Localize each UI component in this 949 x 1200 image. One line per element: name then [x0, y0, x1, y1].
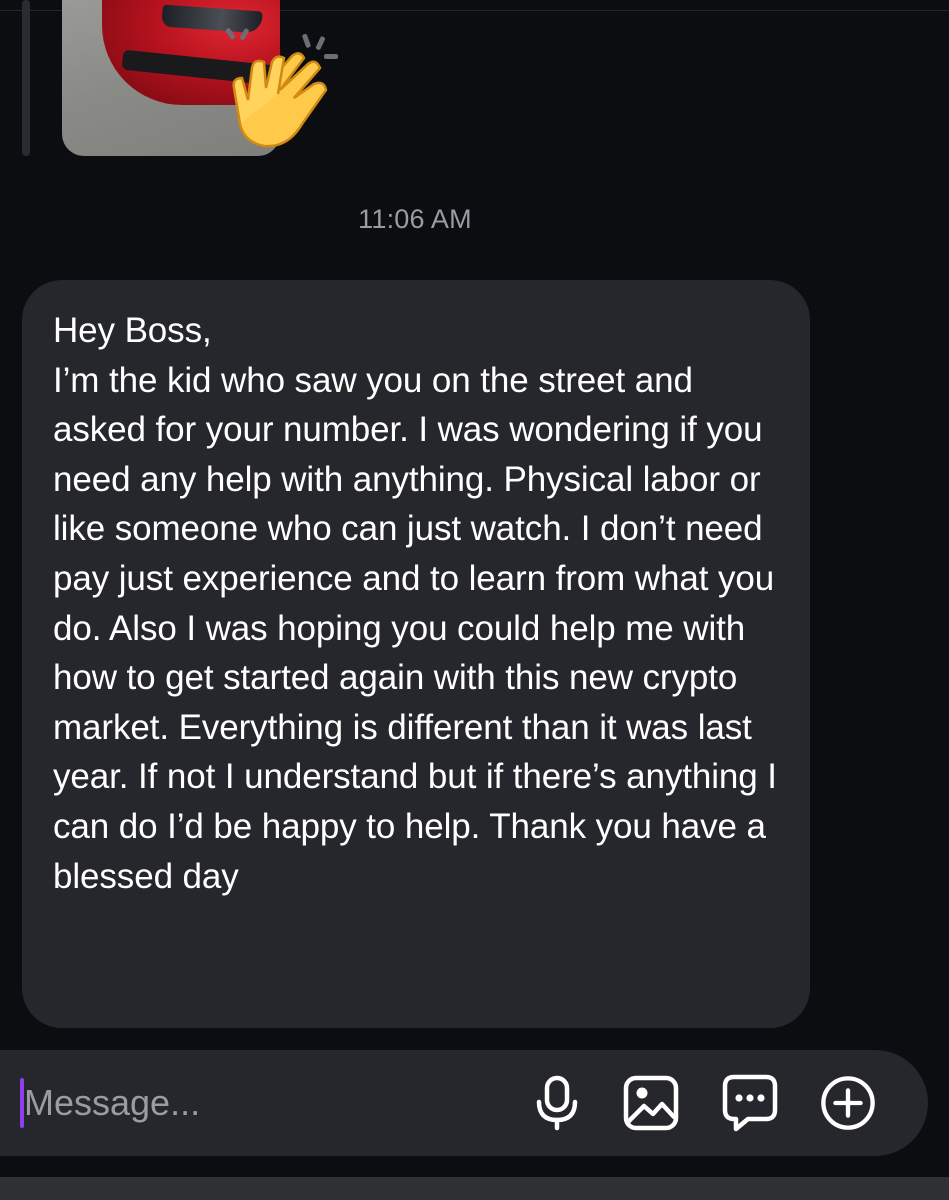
keyboard-edge [0, 1177, 949, 1200]
sticker-button[interactable] [722, 1074, 778, 1132]
plus-circle-icon [821, 1076, 875, 1130]
reply-indicator-bar [22, 0, 30, 156]
message-timestamp: 11:06 AM [358, 204, 472, 234]
sticker-chat-icon [722, 1074, 778, 1132]
message-composer [0, 1050, 928, 1156]
gallery-button[interactable] [623, 1075, 679, 1131]
clapping-hands-icon[interactable] [214, 28, 344, 158]
message-input[interactable] [24, 1068, 504, 1138]
gallery-icon [623, 1075, 679, 1131]
message-text: Hey Boss, I’m the kid who saw you on the… [53, 311, 777, 896]
voice-message-button[interactable] [529, 1075, 585, 1131]
microphone-icon [536, 1075, 578, 1131]
more-options-button[interactable] [820, 1075, 876, 1131]
received-message-bubble[interactable]: Hey Boss, I’m the kid who saw you on the… [22, 280, 810, 1028]
